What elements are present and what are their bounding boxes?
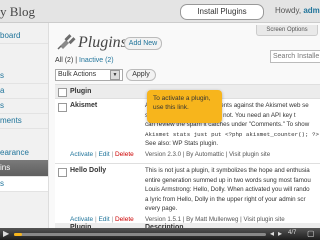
plugins-page-icon [57,32,77,55]
row-divider [55,163,320,164]
sidebar-item-plugins[interactable]: ins [0,160,48,177]
page-title: Plugins [78,34,127,51]
description-line: a lyric from Hello, Dolly in the upper r… [145,195,306,203]
sidebar-item-separator [0,51,48,65]
select-all-checkbox[interactable] [58,88,67,97]
delete-link[interactable]: Delete [115,151,134,158]
action-separator: | [94,151,97,158]
install-plugins-button[interactable]: Install Plugins [180,4,264,20]
fullscreen-icon[interactable]: ▢ [307,229,315,239]
action-separator: | [94,216,97,223]
howdy-greeting: Howdy, admin [275,6,320,15]
row-actions: Activate | Edit | Delete [70,151,134,158]
plugin-meta: Version 2.3.0 | By Automattic | Visit pl… [145,151,271,158]
plugin-name: Hello Dolly [70,167,107,174]
description-line: Akismet stats just put <?php akismet_cou… [145,130,320,138]
seek-track[interactable] [14,233,266,236]
sidebar-item-appearance[interactable]: earance [0,146,48,161]
edit-link[interactable]: Edit [98,216,109,223]
add-new-plugin-button[interactable]: Add New [124,37,162,50]
blog-title[interactable]: y Blog [0,4,35,20]
description-line: entire generation summed up in two words… [145,176,311,184]
screen-options-tab[interactable]: Screen Options [256,25,318,36]
description-line: every page. [145,205,178,212]
action-separator: | [111,151,114,158]
edit-link[interactable]: Edit [98,151,109,158]
admin-header [0,0,320,23]
previous-icon[interactable]: ◂ [270,229,274,239]
description-line: See also: WP Stats plugin. [145,140,219,147]
row-actions: Activate | Edit | Delete [70,216,134,223]
plugin-meta: Version 1.5.1 | By Matt Mullenweg | Visi… [145,216,285,223]
plugin-description: This is not just a plugin, it symbolizes… [145,166,320,214]
activate-link[interactable]: Activate [70,216,93,223]
description-line: Louis Armstrong: Hello, Dolly. When acti… [145,186,310,193]
sidebar-item-posts[interactable]: s [0,69,48,84]
sidebar-item-dashboard[interactable]: board [0,29,48,44]
sidebar-item-separator-2 [0,133,48,147]
row-checkbox[interactable] [58,168,67,177]
sidebar-submenu-installed[interactable]: s [0,177,48,192]
user-link[interactable]: admin [303,6,320,15]
sidebar-item-media[interactable]: a [0,84,48,99]
plugin-name: Akismet [70,102,98,109]
slide-counter: 4/7 [288,230,297,236]
play-icon[interactable]: ▶ [3,229,9,239]
delete-link[interactable]: Delete [115,216,134,223]
chevron-down-icon[interactable]: ▼ [110,70,120,80]
column-header-plugin[interactable]: Plugin [70,85,91,98]
filter-inactive-link[interactable]: Inactive (2) [79,57,114,64]
activate-link[interactable]: Activate [70,151,93,158]
row-checkbox[interactable] [58,103,67,112]
sidebar-item-comments[interactable]: ments [0,114,48,129]
activate-tooltip: To activate a plugin, use this link. [147,90,222,123]
howdy-prefix: Howdy, [275,6,302,15]
filter-all-link[interactable]: All (2) [55,57,73,64]
apply-button[interactable]: Apply [126,69,156,81]
filter-separator: | [75,57,78,64]
search-installed-plugins-input[interactable]: Search Installe [270,50,320,63]
description-line: This is not just a plugin, it symbolizes… [145,167,310,174]
sidebar-item-links[interactable]: s [0,99,48,114]
admin-sidebar: board s a s ments earance ins s [0,23,49,228]
plugin-filters: All (2) | Inactive (2) [55,57,114,64]
seek-progress [14,233,22,236]
action-separator: | [111,216,114,223]
next-icon[interactable]: ▸ [278,229,282,239]
